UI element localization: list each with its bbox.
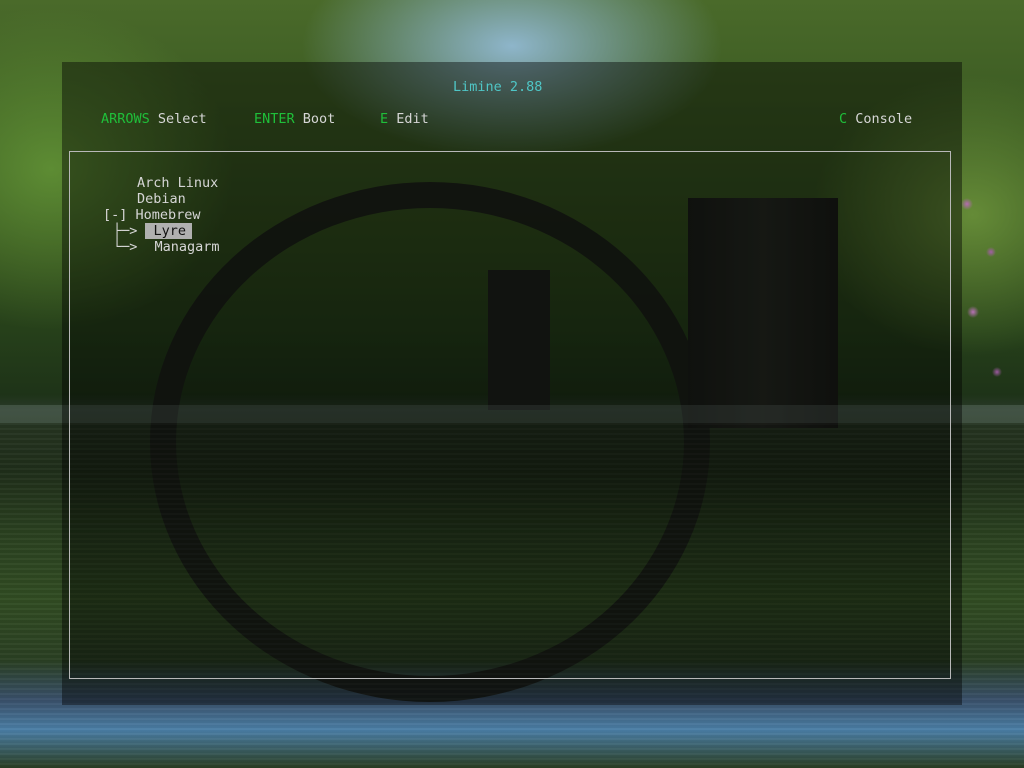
wallpaper-flowers xyxy=(955,180,1015,420)
menu-entry-label: Managarm xyxy=(154,239,220,255)
boot-menu-frame xyxy=(69,151,951,679)
hint-console-action: Console xyxy=(855,111,913,127)
menu-entry-label: Arch Linux xyxy=(137,175,219,191)
hint-enter[interactable]: ENTER Boot xyxy=(254,111,335,127)
hint-arrows[interactable]: ARROWS Select xyxy=(101,111,207,127)
menu-subentry-lyre[interactable]: ├─> Lyre xyxy=(113,223,193,239)
hint-edit-key: E xyxy=(380,111,389,127)
collapse-toggle[interactable]: [-] xyxy=(103,207,127,223)
hint-console[interactable]: C Console xyxy=(839,111,912,127)
boot-screen: Limine 2.88 ARROWS Select ENTER Boot E E… xyxy=(0,0,1024,768)
hint-edit[interactable]: E Edit xyxy=(380,111,429,127)
hint-edit-action: Edit xyxy=(396,111,429,127)
hint-arrows-key: ARROWS xyxy=(101,111,150,127)
hint-enter-action: Boot xyxy=(302,111,336,127)
menu-entry-arch-linux[interactable]: Arch Linux xyxy=(137,175,218,191)
menu-entry-homebrew[interactable]: [-] Homebrew xyxy=(103,207,201,223)
tree-branch-icon: ├─> xyxy=(113,223,138,239)
hint-enter-key: ENTER xyxy=(254,111,295,127)
tree-branch-icon: └─> xyxy=(113,239,138,255)
hint-console-key: C xyxy=(839,111,848,127)
bootloader-title: Limine 2.88 xyxy=(453,79,543,95)
menu-entry-label: Homebrew xyxy=(135,207,201,223)
menu-entry-label: Debian xyxy=(137,191,186,207)
menu-subentry-managarm[interactable]: └─> Managarm xyxy=(113,239,220,255)
menu-entry-debian[interactable]: Debian xyxy=(137,191,186,207)
hint-arrows-action: Select xyxy=(157,111,207,127)
menu-entry-label-selected: Lyre xyxy=(144,223,193,239)
